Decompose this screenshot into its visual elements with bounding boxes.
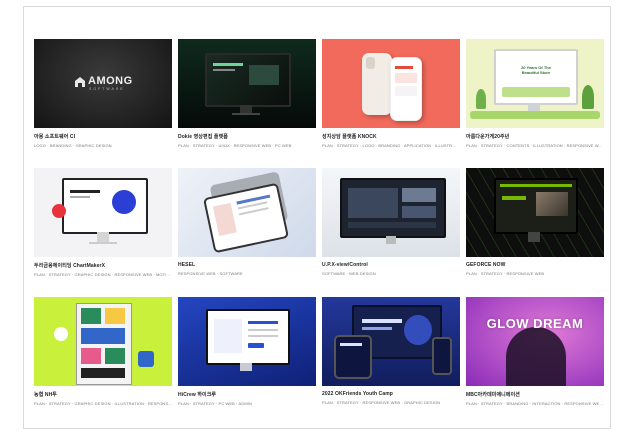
- project-grid: AMONG SOFTWARE 아몽 소프트웨어 CI LOGO · BRANDI…: [34, 39, 604, 421]
- headline-text: GLOW DREAM: [486, 316, 584, 331]
- monitor-mockup: [62, 178, 148, 234]
- project-title[interactable]: 두리금융에이티딩 ChartMakerX: [34, 262, 172, 269]
- monitor-mockup: [494, 178, 578, 234]
- project-card[interactable]: Dokie 영상편집 플랫폼 PLAN · STRATEGY · UI/UX ·…: [178, 39, 316, 163]
- project-card[interactable]: HiCrew 하이크루 PLAN · STRATEGY · PC WEB · A…: [178, 297, 316, 421]
- project-card[interactable]: 2022 OKFriends Youth Camp PLAN · STRATEG…: [322, 297, 460, 421]
- project-thumbnail[interactable]: GLOW DREAM: [466, 297, 604, 386]
- project-thumbnail[interactable]: [178, 297, 316, 386]
- project-thumbnail[interactable]: 20 Years Of The Beautiful Store: [466, 39, 604, 128]
- screen-headline: 20 Years Of The Beautiful Store: [521, 65, 551, 75]
- project-title[interactable]: 아몽 소프트웨어 CI: [34, 133, 172, 140]
- project-thumbnail[interactable]: [178, 168, 316, 257]
- monitor-mockup: [206, 309, 290, 365]
- project-title[interactable]: 2022 OKFriends Youth Camp: [322, 391, 460, 397]
- project-thumbnail[interactable]: [466, 168, 604, 257]
- project-title[interactable]: HiCrew 하이크루: [178, 391, 316, 398]
- tablet-mockup: [334, 335, 372, 379]
- project-thumbnail[interactable]: [34, 168, 172, 257]
- project-tags: PLAN · STRATEGY · UI/UX · RESPONSIVE WEB…: [178, 143, 292, 148]
- project-title[interactable]: 농협 NH투: [34, 391, 172, 398]
- project-card[interactable]: HESEL RESPONSIVE WEB · SOFTWARE: [178, 168, 316, 292]
- portfolio-frame: AMONG SOFTWARE 아몽 소프트웨어 CI LOGO · BRANDI…: [23, 6, 611, 429]
- monitor-mockup: [205, 53, 291, 107]
- project-title[interactable]: U.P.X-view/Control: [322, 262, 460, 268]
- silhouette-graphic: [506, 327, 566, 386]
- project-card[interactable]: 농협 NH투 PLAN · STRATEGY · GRAPHIC DESIGN …: [34, 297, 172, 421]
- project-thumbnail[interactable]: [178, 39, 316, 128]
- monitor-mockup: 20 Years Of The Beautiful Store: [494, 49, 578, 105]
- logo-subtext: SOFTWARE: [89, 87, 125, 91]
- project-title[interactable]: Dokie 영상편집 플랫폼: [178, 133, 316, 140]
- project-tags: PLAN · STRATEGY · RESPONSIVE WEB · GRAPH…: [322, 400, 441, 405]
- project-tags: SOFTWARE · WEB DESIGN: [322, 271, 376, 276]
- project-tags: PLAN · STRATEGY · PC WEB · ADMIN: [178, 401, 252, 406]
- project-tags: PLAN · STRATEGY · GRAPHIC DESIGN · ILLUS…: [34, 401, 172, 406]
- project-card[interactable]: AMONG SOFTWARE 아몽 소프트웨어 CI LOGO · BRANDI…: [34, 39, 172, 163]
- project-title[interactable]: 아름다운가게20주년: [466, 133, 604, 140]
- among-logo: AMONG SOFTWARE: [74, 75, 134, 93]
- project-tags: LOGO · BRANDING · GRAPHIC DESIGN: [34, 143, 112, 148]
- project-title[interactable]: GEFORCE NOW: [466, 262, 604, 268]
- collage-graphic: [76, 303, 132, 385]
- project-tags: PLAN · STRATEGY · LOGO · BRANDING · APPL…: [322, 143, 457, 148]
- phone-front-mockup: [390, 57, 422, 121]
- project-tags: PLAN · STRATEGY · GRAPHIC DESIGN · RESPO…: [34, 272, 171, 277]
- project-card[interactable]: U.P.X-view/Control SOFTWARE · WEB DESIGN: [322, 168, 460, 292]
- phone-mockup: [432, 337, 452, 375]
- project-thumbnail[interactable]: [34, 297, 172, 386]
- project-title[interactable]: HESEL: [178, 262, 316, 268]
- project-card[interactable]: 20 Years Of The Beautiful Store 아름다운가게20…: [466, 39, 604, 163]
- red-ball-graphic: [52, 204, 66, 218]
- project-tags: PLAN · STRATEGY · BRANDING · INTERACTION…: [466, 401, 604, 406]
- phone-back-mockup: [362, 53, 392, 115]
- project-tags: RESPONSIVE WEB · SOFTWARE: [178, 271, 243, 276]
- project-title[interactable]: MBC아카데미애니메이션: [466, 391, 604, 398]
- project-thumbnail[interactable]: AMONG SOFTWARE: [34, 39, 172, 128]
- project-card[interactable]: GLOW DREAM MBC아카데미애니메이션 PLAN · STRATEGY …: [466, 297, 604, 421]
- project-title[interactable]: 성지상담 플랫폼 KNOCK: [322, 133, 460, 140]
- monitor-mockup: [340, 178, 446, 238]
- project-thumbnail[interactable]: [322, 39, 460, 128]
- project-thumbnail[interactable]: [322, 297, 460, 386]
- project-tags: PLAN · STRATEGY · CONTENTS · ILLUSTRATIO…: [466, 143, 603, 148]
- project-thumbnail[interactable]: [322, 168, 460, 257]
- logo-text: AMONG: [88, 75, 133, 87]
- project-tags: PLAN · STRATEGY · RESPONSIVE WEB: [466, 271, 545, 276]
- project-card[interactable]: GEFORCE NOW PLAN · STRATEGY · RESPONSIVE…: [466, 168, 604, 292]
- project-card[interactable]: 두리금융에이티딩 ChartMakerX PLAN · STRATEGY · G…: [34, 168, 172, 292]
- project-card[interactable]: 성지상담 플랫폼 KNOCK PLAN · STRATEGY · LOGO · …: [322, 39, 460, 163]
- house-icon: [75, 77, 85, 87]
